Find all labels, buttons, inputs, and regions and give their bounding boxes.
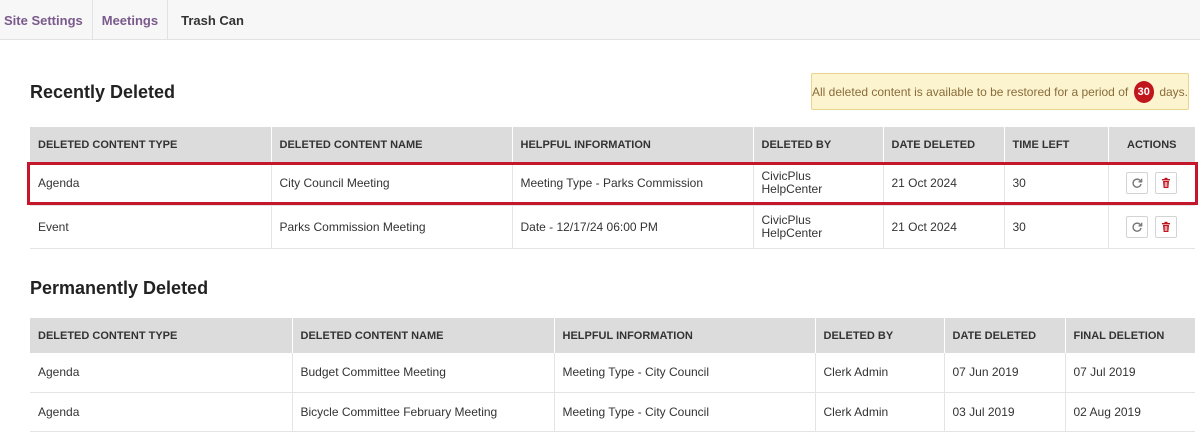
breadcrumb-trash-can: Trash Can xyxy=(181,13,244,28)
deleted-by-line2: HelpCenter xyxy=(761,182,823,197)
cell-name: Bicycle Committee February Meeting xyxy=(292,392,555,432)
cell-type: Agenda xyxy=(30,162,272,206)
deleted-by-line1: CivicPlus xyxy=(761,212,811,227)
cell-final-deletion: 07 Jul 2019 xyxy=(1065,353,1195,393)
cell-deleted-by: CivicPlus HelpCenter xyxy=(753,205,884,249)
cell-name: City Council Meeting xyxy=(271,162,513,206)
cell-actions xyxy=(1108,162,1195,206)
column-header[interactable]: HELPFUL INFORMATION xyxy=(554,318,816,353)
cell-date-deleted: 07 Jun 2019 xyxy=(944,353,1066,393)
cell-type: Agenda xyxy=(30,392,293,432)
column-header[interactable]: HELPFUL INFORMATION xyxy=(512,127,754,162)
cell-date-deleted: 03 Jul 2019 xyxy=(944,392,1066,432)
table-row: Event Parks Commission Meeting Date - 12… xyxy=(30,205,1195,249)
cell-final-deletion: 02 Aug 2019 xyxy=(1065,392,1195,432)
notice-suffix: days. xyxy=(1159,84,1188,99)
restore-period-notice: All deleted content is available to be r… xyxy=(811,73,1189,110)
column-header[interactable]: DATE DELETED xyxy=(944,318,1066,353)
recently-deleted-title: Recently Deleted xyxy=(30,82,176,102)
column-header[interactable]: TIME LEFT xyxy=(1004,127,1109,162)
breadcrumb-meetings[interactable]: Meetings xyxy=(93,0,169,39)
cell-deleted-by: Clerk Admin xyxy=(815,353,945,393)
table-row: Agenda Budget Committee Meeting Meeting … xyxy=(30,353,1195,393)
cell-actions xyxy=(1108,205,1195,249)
days-badge: 30 xyxy=(1133,80,1154,103)
table-header-row: DELETED CONTENT TYPE DELETED CONTENT NAM… xyxy=(30,318,1195,353)
cell-type: Agenda xyxy=(30,353,293,393)
column-header: ACTIONS xyxy=(1108,127,1195,162)
cell-info: Date - 12/17/24 06:00 PM xyxy=(512,205,754,249)
column-header[interactable]: DATE DELETED xyxy=(883,127,1005,162)
restore-icon xyxy=(1132,178,1143,189)
delete-button[interactable] xyxy=(1155,215,1178,238)
table-header-row: DELETED CONTENT TYPE DELETED CONTENT NAM… xyxy=(30,127,1195,162)
breadcrumb: Site Settings Meetings Trash Can xyxy=(0,0,1200,40)
cell-name: Parks Commission Meeting xyxy=(271,205,513,249)
cell-info: Meeting Type - Parks Commission xyxy=(512,162,754,206)
column-header[interactable]: DELETED CONTENT NAME xyxy=(271,127,513,162)
recently-deleted-table: DELETED CONTENT TYPE DELETED CONTENT NAM… xyxy=(30,127,1195,249)
cell-time-left: 30 xyxy=(1004,205,1109,249)
trash-icon xyxy=(1162,221,1171,232)
trash-icon xyxy=(1162,178,1171,189)
deleted-by-line1: CivicPlus xyxy=(761,169,811,184)
restore-button[interactable] xyxy=(1126,172,1149,195)
cell-name: Budget Committee Meeting xyxy=(292,353,555,393)
breadcrumb-site-settings[interactable]: Site Settings xyxy=(0,0,93,39)
cell-date-deleted: 21 Oct 2024 xyxy=(883,162,1005,206)
column-header[interactable]: DELETED BY xyxy=(753,127,884,162)
delete-button[interactable] xyxy=(1155,172,1178,195)
notice-prefix: All deleted content is available to be r… xyxy=(812,84,1129,99)
table-row: Agenda City Council Meeting Meeting Type… xyxy=(30,162,1195,206)
deleted-by-line2: HelpCenter xyxy=(761,225,823,240)
cell-info: Meeting Type - City Council xyxy=(554,392,816,432)
column-header[interactable]: DELETED CONTENT TYPE xyxy=(30,318,293,353)
cell-deleted-by: Clerk Admin xyxy=(815,392,945,432)
cell-date-deleted: 21 Oct 2024 xyxy=(883,205,1005,249)
restore-button[interactable] xyxy=(1126,215,1149,238)
cell-info: Meeting Type - City Council xyxy=(554,353,816,393)
permanently-deleted-title: Permanently Deleted xyxy=(30,278,209,298)
permanently-deleted-table: DELETED CONTENT TYPE DELETED CONTENT NAM… xyxy=(30,318,1195,432)
column-header[interactable]: DELETED CONTENT TYPE xyxy=(30,127,272,162)
column-header[interactable]: FINAL DELETION xyxy=(1065,318,1195,353)
table-row: Agenda Bicycle Committee February Meetin… xyxy=(30,392,1195,432)
restore-icon xyxy=(1132,221,1143,232)
column-header[interactable]: DELETED BY xyxy=(815,318,945,353)
cell-deleted-by: CivicPlus HelpCenter xyxy=(753,162,884,206)
cell-type: Event xyxy=(30,205,272,249)
column-header[interactable]: DELETED CONTENT NAME xyxy=(292,318,555,353)
cell-time-left: 30 xyxy=(1004,162,1109,206)
